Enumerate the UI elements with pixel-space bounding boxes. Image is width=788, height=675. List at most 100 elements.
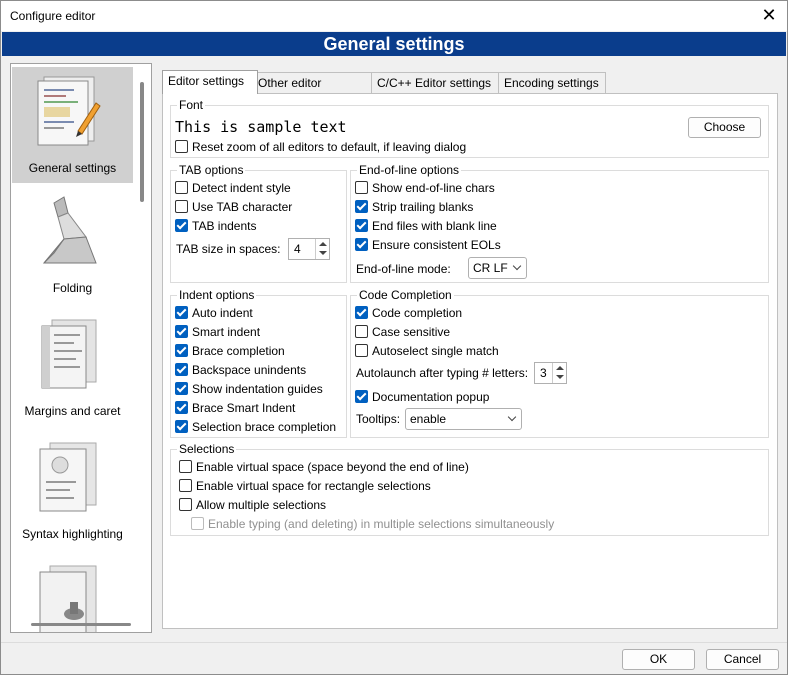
syntax-highlighting-icon [39,442,97,512]
eol-mode-select[interactable]: CR LF [468,257,527,279]
sidebar-item-label: Syntax highlighting [22,527,123,541]
strip-trailing-blanks-checkbox[interactable]: Strip trailing blanks [355,199,473,215]
sidebar-item-folding[interactable]: Folding [12,187,133,303]
show-indentation-guides-checkbox[interactable]: Show indentation guides [175,381,323,397]
checkbox-box [355,306,368,319]
choose-font-button[interactable]: Choose [688,117,761,138]
checkbox-box [355,200,368,213]
detect-indent-style-checkbox[interactable]: Detect indent style [175,180,291,196]
checkbox-box [355,238,368,251]
chevron-down-icon [512,261,522,271]
code-completion-group: Code Completion Code completion Case sen… [350,288,769,438]
font-group: Font This is sample text Choose Reset zo… [170,98,769,158]
show-eol-chars-checkbox[interactable]: Show end-of-line chars [355,180,495,196]
checkbox-box [175,420,188,433]
sidebar-item-general-settings[interactable]: General settings [12,67,133,183]
editor-settings-panel: Font This is sample text Choose Reset zo… [162,93,778,629]
configure-editor-dialog: Configure editor ✕ General settings Gene… [0,0,788,675]
checkbox-box [355,325,368,338]
font-sample-text: This is sample text [175,117,687,138]
checkbox-box [175,382,188,395]
checkbox-box [175,325,188,338]
checkbox-box [355,181,368,194]
settings-category-list[interactable]: General settings Folding Margins and car… [10,63,152,633]
checkbox-box [175,219,188,232]
backspace-unindents-checkbox[interactable]: Backspace unindents [175,362,306,378]
sidebar-item-syntax-highlighting[interactable]: Syntax highlighting [12,433,133,549]
footer-divider [1,642,787,643]
brace-completion-checkbox[interactable]: Brace completion [175,343,285,359]
page-banner: General settings [2,32,786,56]
checkbox-box [175,363,188,376]
documentation-popup-checkbox[interactable]: Documentation popup [355,389,489,405]
tab-editor-settings[interactable]: Editor settings [162,70,258,94]
checkbox-box [355,390,368,403]
sidebar-horizontal-scrollbar[interactable] [31,623,131,626]
allow-multiple-selections-checkbox[interactable]: Allow multiple selections [179,497,326,513]
end-files-blank-line-checkbox[interactable]: End files with blank line [355,218,497,234]
selection-brace-completion-checkbox[interactable]: Selection brace completion [175,419,336,435]
code-completion-title: Code Completion [357,288,454,302]
chevron-down-icon [507,412,517,422]
window-title: Configure editor [10,9,96,23]
indent-options-group: Indent options Auto indent Smart indent … [170,288,347,438]
eol-options-group: End-of-line options Show end-of-line cha… [350,163,769,283]
checkbox-box [175,344,188,357]
checkbox-box [175,140,188,153]
general-settings-icon [37,76,101,146]
ensure-consistent-eols-checkbox[interactable]: Ensure consistent EOLs [355,237,501,253]
autolaunch-label: Autolaunch after typing # letters: [356,366,529,380]
sidebar-item-label: Folding [52,281,93,295]
spin-down-icon[interactable] [556,375,564,379]
margins-caret-icon [41,319,97,389]
case-sensitive-checkbox[interactable]: Case sensitive [355,324,450,340]
enable-virtual-space-checkbox[interactable]: Enable virtual space (space beyond the e… [179,459,469,475]
font-group-title: Font [177,98,206,112]
tab-size-spinner[interactable]: 4 [288,238,330,260]
checkbox-box [179,479,192,492]
reset-zoom-checkbox[interactable]: Reset zoom of all editors to default, if… [175,139,466,155]
sidebar-vertical-scrollbar[interactable] [140,82,144,202]
checkbox-box [355,344,368,357]
autolaunch-spinner[interactable]: 3 [534,362,567,384]
checkbox-box [175,181,188,194]
tab-indents-checkbox[interactable]: TAB indents [175,218,256,234]
autoselect-single-match-checkbox[interactable]: Autoselect single match [355,343,499,359]
tab-other-editor-settings[interactable]: Other editor settings [252,72,372,110]
brace-smart-indent-checkbox[interactable]: Brace Smart Indent [175,400,295,416]
cancel-button[interactable]: Cancel [706,649,779,670]
spin-up-icon[interactable] [319,242,327,246]
checkbox-box [191,517,204,530]
eol-mode-label: End-of-line mode: [356,262,451,276]
spin-up-icon[interactable] [556,366,564,370]
indent-options-title: Indent options [177,288,257,302]
code-completion-checkbox[interactable]: Code completion [355,305,462,321]
folding-icon [42,196,97,264]
multi-selection-typing-checkbox: Enable typing (and deleting) in multiple… [191,516,554,532]
tooltips-label: Tooltips: [356,412,401,426]
virtual-space-rectangle-checkbox[interactable]: Enable virtual space for rectangle selec… [179,478,431,494]
title-bar: Configure editor ✕ [1,1,787,31]
sidebar-item-label: Margins and caret [24,404,121,418]
tooltips-select[interactable]: enable [405,408,522,430]
checkbox-box [175,306,188,319]
checkbox-box [175,200,188,213]
close-icon[interactable]: ✕ [759,5,779,25]
tab-size-label: TAB size in spaces: [176,242,281,256]
auto-indent-checkbox[interactable]: Auto indent [175,305,253,321]
checkbox-box [179,498,192,511]
use-tab-character-checkbox[interactable]: Use TAB character [175,199,292,215]
sidebar-item-label: General settings [28,161,117,175]
checkbox-box [175,401,188,414]
tab-options-group: TAB options Detect indent style Use TAB … [170,163,347,283]
tab-cpp-editor-settings[interactable]: C/C++ Editor settings [371,72,499,93]
selections-group: Selections Enable virtual space (space b… [170,442,769,536]
tab-options-title: TAB options [177,163,246,177]
ok-button[interactable]: OK [622,649,695,670]
sidebar-item-margins-and-caret[interactable]: Margins and caret [12,310,133,426]
sidebar-item-default-code[interactable] [12,556,133,632]
tab-encoding-settings[interactable]: Encoding settings [498,72,606,93]
spin-down-icon[interactable] [319,251,327,255]
smart-indent-checkbox[interactable]: Smart indent [175,324,260,340]
checkbox-box [355,219,368,232]
